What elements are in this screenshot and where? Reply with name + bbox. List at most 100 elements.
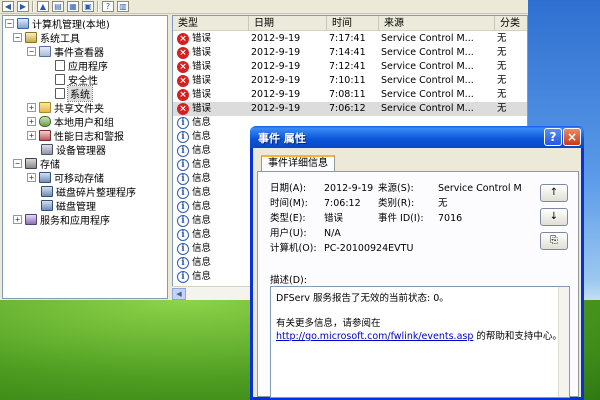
source-value: Service Control M — [438, 183, 522, 194]
column-header-type[interactable]: 类型 — [173, 16, 249, 31]
tree-node-shared-folders[interactable]: + 共享文件夹 — [27, 101, 104, 115]
print-icon[interactable]: ▣ — [82, 1, 94, 12]
description-scrollbar[interactable] — [558, 287, 569, 397]
info-icon: i — [177, 173, 189, 185]
cell-type: 错误 — [192, 61, 212, 72]
expand-icon[interactable]: + — [13, 215, 22, 224]
help-button[interactable]: ? — [544, 128, 562, 146]
expand-icon[interactable]: + — [27, 117, 36, 126]
next-event-button[interactable]: ↓ — [540, 208, 568, 226]
tree-node-application[interactable]: 应用程序 — [55, 59, 108, 73]
cell-type: 信息 — [192, 173, 212, 184]
tree-node-services-apps[interactable]: + 服务和应用程序 — [13, 213, 110, 227]
expand-icon[interactable]: + — [27, 103, 36, 112]
help-link[interactable]: http://go.microsoft.com/fwlink/events.as… — [276, 331, 473, 342]
event-id-value: 7016 — [438, 213, 463, 224]
cell-type: 信息 — [192, 117, 212, 128]
tree-node-event-viewer[interactable]: − 事件查看器 — [27, 45, 104, 59]
info-icon: i — [177, 257, 189, 269]
help-icon[interactable]: ? — [102, 1, 114, 12]
log-icon — [55, 74, 65, 85]
tree-node-security[interactable]: 安全性 — [55, 73, 98, 87]
cell-source: Service Control M... — [381, 89, 474, 100]
column-header-category[interactable]: 分类 — [495, 16, 527, 31]
error-icon: × — [177, 61, 189, 73]
toolbar-separator — [32, 1, 34, 12]
cell-source: Service Control M... — [381, 61, 474, 72]
column-header-source[interactable]: 来源 — [379, 16, 495, 31]
horizontal-scrollbar[interactable]: ◀ — [172, 286, 254, 300]
cell-type: 错误 — [192, 75, 212, 86]
cell-type: 信息 — [192, 187, 212, 198]
tree-node-storage[interactable]: − 存储 — [13, 157, 60, 171]
tree-node-performance-logs[interactable]: + 性能日志和警报 — [27, 129, 124, 143]
console-tree[interactable]: − 计算机管理(本地) − 系统工具 − 事件查看器 应用程序 安全性 系统 + — [2, 15, 168, 299]
tree-node-local-users[interactable]: + 本地用户和组 — [27, 115, 114, 129]
table-row[interactable]: × 错误 2012-9-19 7:12:41 Service Control M... 无 — [173, 60, 527, 74]
disk-management-icon — [41, 200, 53, 211]
toolbar-separator — [97, 1, 99, 12]
table-row[interactable]: × 错误 2012-9-19 7:10:11 Service Control M... 无 — [173, 74, 527, 88]
close-button[interactable]: × — [563, 128, 581, 146]
scroll-left-icon[interactable]: ◀ — [172, 288, 186, 300]
tree-node-defragmenter[interactable]: 磁盘碎片整理程序 — [41, 185, 136, 199]
previous-event-button[interactable]: ↑ — [540, 184, 568, 202]
column-header-time[interactable]: 时间 — [327, 16, 379, 31]
description-line-1: DFServ 服务报告了无效的当前状态: 0。 — [276, 293, 449, 304]
tree-node-removable-storage[interactable]: + 可移动存储 — [27, 171, 104, 185]
cell-type: 信息 — [192, 159, 212, 170]
tree-node-system-tools[interactable]: − 系统工具 — [13, 31, 80, 45]
info-icon: i — [177, 159, 189, 171]
cell-category: 无 — [497, 47, 507, 58]
storage-icon — [25, 158, 37, 169]
table-row[interactable]: × 错误 2012-9-19 7:17:41 Service Control M... 无 — [173, 32, 527, 46]
copy-button[interactable]: ⎘ — [540, 232, 568, 250]
cell-time: 7:10:11 — [329, 75, 366, 86]
info-icon: i — [177, 243, 189, 255]
view-icon[interactable]: ▥ — [117, 1, 129, 12]
properties-icon[interactable]: ▦ — [67, 1, 79, 12]
table-row[interactable]: × 错误 2012-9-19 7:06:12 Service Control M... 无 — [173, 102, 527, 116]
collapse-icon[interactable]: − — [13, 33, 22, 42]
cell-time: 7:14:41 — [329, 47, 366, 58]
up-folder-icon[interactable]: ▲ — [37, 1, 49, 12]
tree-node-label: 存储 — [40, 160, 60, 171]
tree-node-root[interactable]: − 计算机管理(本地) — [5, 17, 110, 31]
expand-icon[interactable]: + — [27, 131, 36, 140]
show-tree-icon[interactable]: ▤ — [52, 1, 64, 12]
cell-type: 信息 — [192, 243, 212, 254]
back-icon[interactable]: ◀ — [2, 1, 14, 12]
cell-time: 7:17:41 — [329, 33, 366, 44]
tab-event-details[interactable]: 事件详细信息 — [261, 155, 335, 172]
description-label: 描述(D): — [270, 275, 307, 286]
type-value: 错误 — [324, 213, 344, 224]
table-row[interactable]: × 错误 2012-9-19 7:08:11 Service Control M... 无 — [173, 88, 527, 102]
error-icon: × — [177, 89, 189, 101]
cell-type: 信息 — [192, 145, 212, 156]
collapse-icon[interactable]: − — [5, 19, 14, 28]
collapse-icon[interactable]: − — [13, 159, 22, 168]
cell-time: 7:06:12 — [329, 103, 366, 114]
tree-node-device-manager[interactable]: 设备管理器 — [41, 143, 106, 157]
user-value: N/A — [324, 228, 341, 239]
tree-node-label: 性能日志和警报 — [54, 132, 124, 143]
tree-node-disk-management[interactable]: 磁盘管理 — [41, 199, 96, 213]
info-icon: i — [177, 201, 189, 213]
expand-icon[interactable]: + — [27, 173, 36, 182]
tree-node-label: 本地用户和组 — [54, 118, 114, 129]
removable-storage-icon — [39, 172, 51, 183]
cell-time: 7:08:11 — [329, 89, 366, 100]
cell-category: 无 — [497, 61, 507, 72]
list-header: 类型 日期 时间 来源 分类 — [173, 16, 527, 31]
collapse-icon[interactable]: − — [27, 47, 36, 56]
table-row[interactable]: × 错误 2012-9-19 7:14:41 Service Control M... 无 — [173, 46, 527, 60]
forward-icon[interactable]: ▶ — [17, 1, 29, 12]
description-box[interactable]: DFServ 服务报告了无效的当前状态: 0。 有关更多信息，请参阅在 http… — [270, 286, 570, 398]
column-header-date[interactable]: 日期 — [249, 16, 327, 31]
description-link-line: http://go.microsoft.com/fwlink/events.as… — [276, 330, 564, 343]
tree-node-system[interactable]: 系统 — [55, 85, 93, 102]
cell-type: 信息 — [192, 131, 212, 142]
dialog-titlebar[interactable]: 事件 属性 ? × — [250, 126, 584, 148]
cell-category: 无 — [497, 33, 507, 44]
tree-node-label: 事件查看器 — [54, 48, 104, 59]
